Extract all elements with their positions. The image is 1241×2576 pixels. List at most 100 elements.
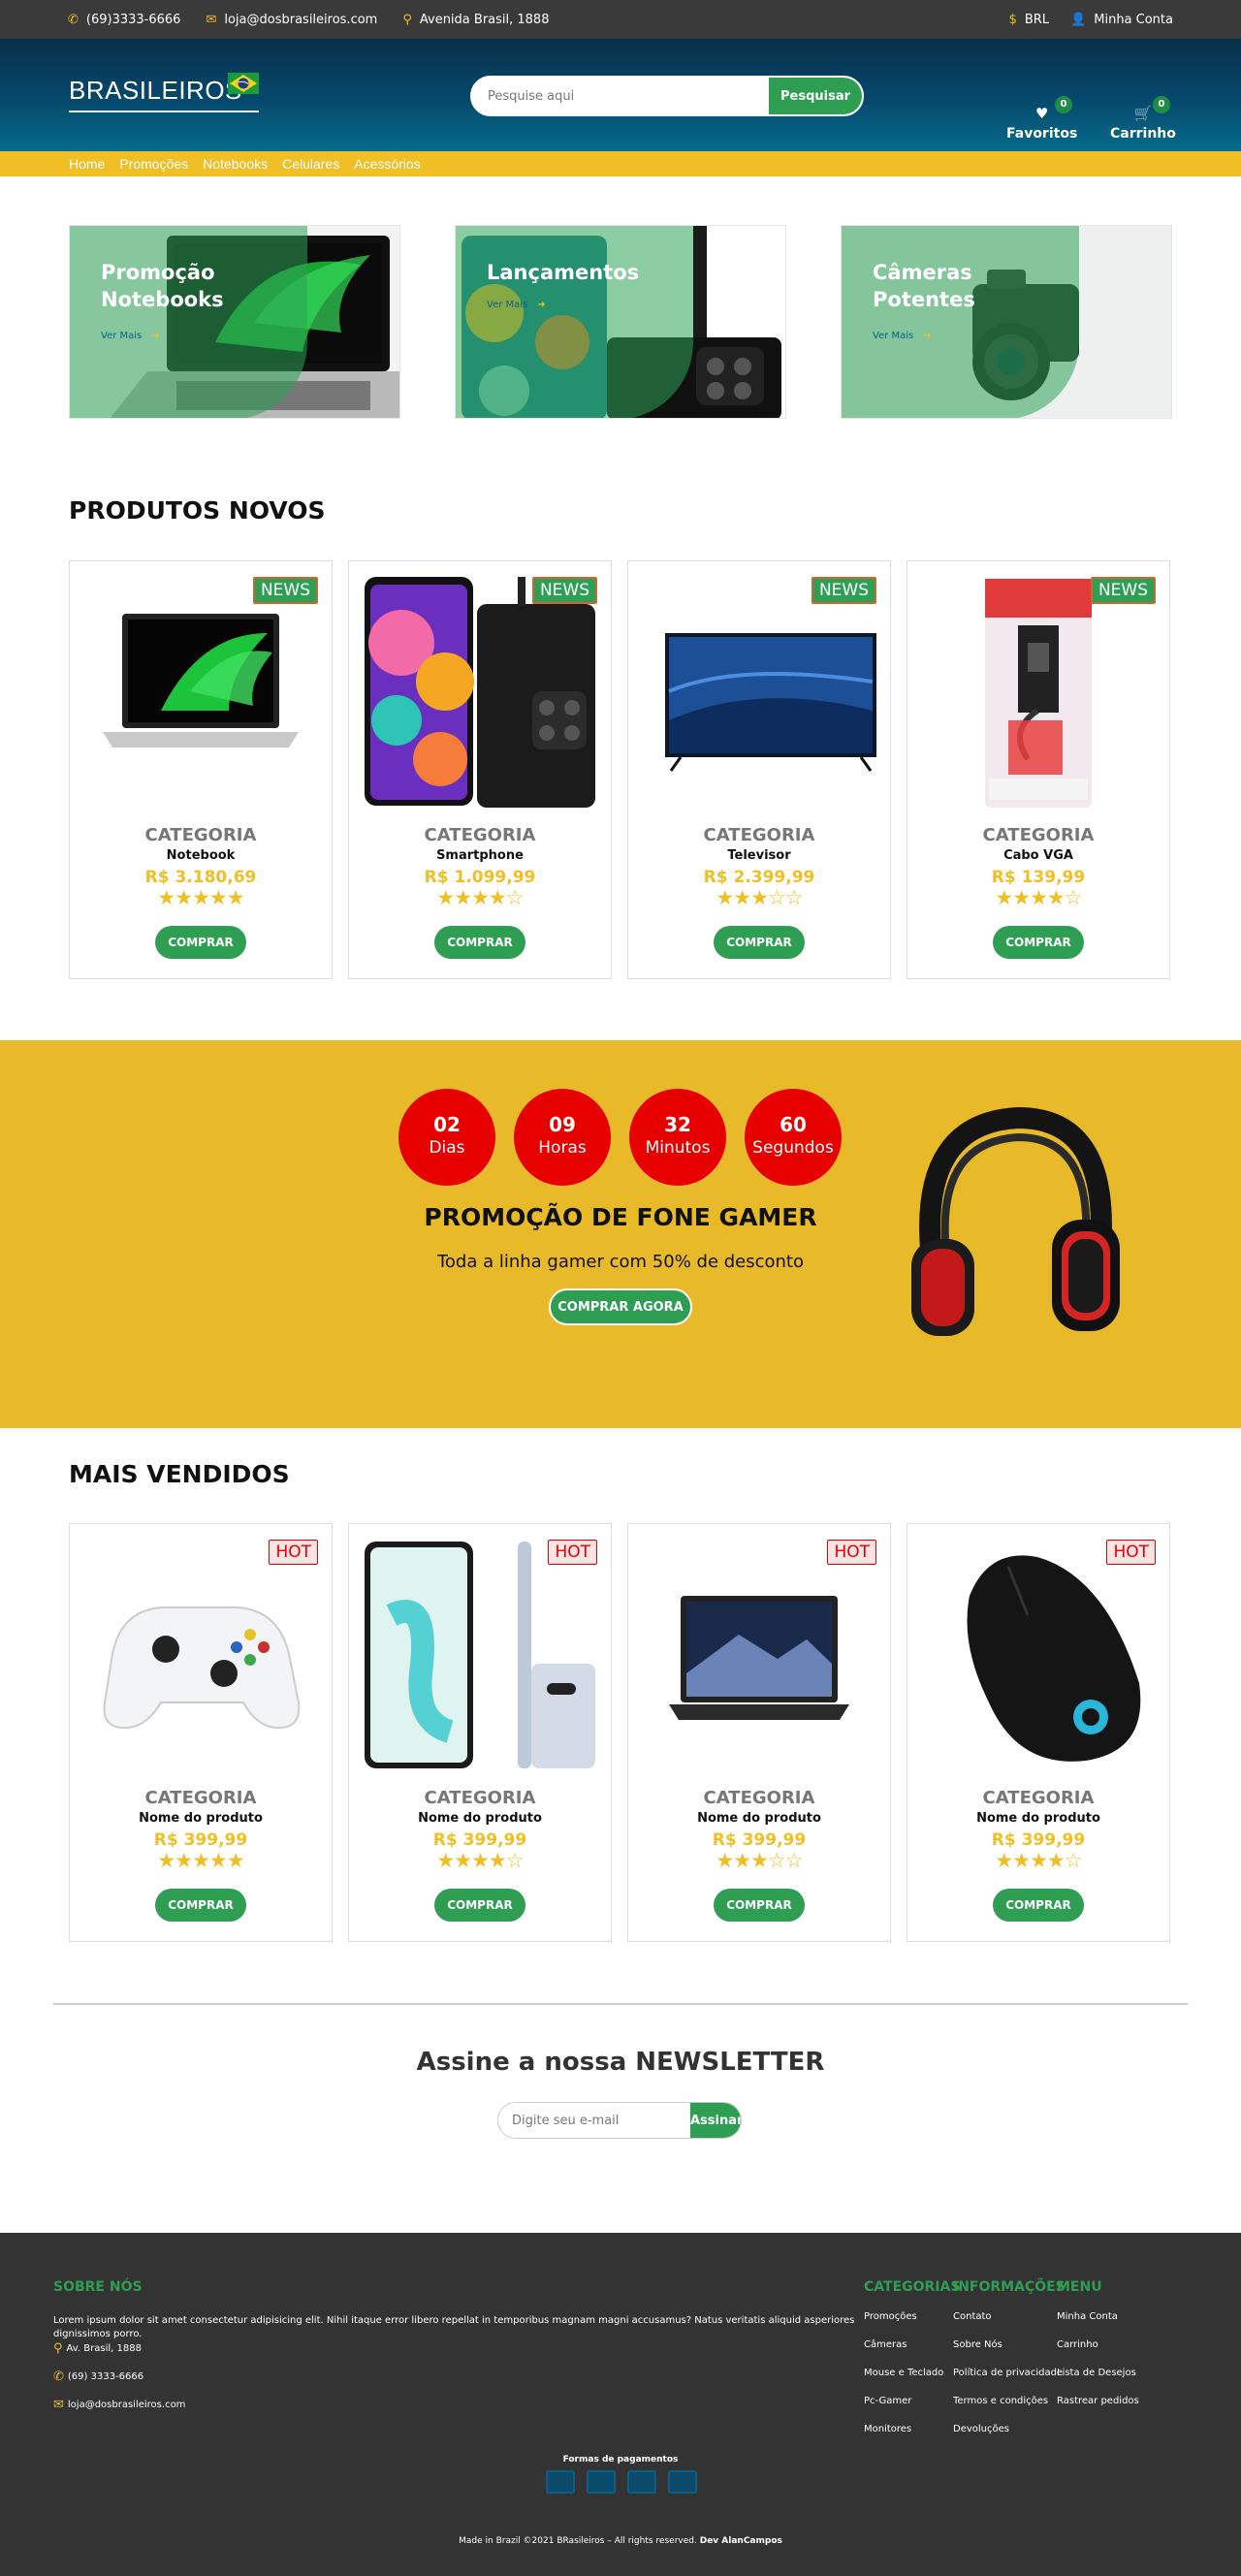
product-category: CATEGORIA	[144, 1788, 257, 1808]
footer-email[interactable]: ✉ loja@dosbrasileiros.com	[53, 2398, 185, 2412]
nav-celulares[interactable]: Celulares	[282, 156, 339, 172]
banner-title: Lançamentos	[487, 261, 640, 284]
countdown-seconds: 60 Segundos	[745, 1089, 842, 1186]
banner-link[interactable]: Ver Mais ➜	[873, 331, 932, 341]
search-input[interactable]	[472, 78, 769, 114]
phone-text: (69)3333-6666	[85, 12, 181, 27]
arrow-circle-icon: ➜	[537, 300, 546, 310]
rating-stars: ★★★☆☆	[628, 887, 890, 908]
footer-link[interactable]: Minha Conta	[1057, 2303, 1139, 2331]
vga-cable-image	[985, 579, 1092, 808]
banner-overlay	[70, 226, 307, 418]
star-filled-icon: ★	[436, 886, 455, 909]
footer-link[interactable]: Termos e condições	[953, 2387, 1063, 2415]
footer-link[interactable]: Câmeras	[864, 2331, 943, 2359]
product-category: CATEGORIA	[703, 1788, 815, 1808]
product-card[interactable]: NEWS CATEGORIA Cabo VGA R$ 139,99 ★★★★☆ …	[907, 560, 1170, 979]
footer-link[interactable]: Promoções	[864, 2303, 943, 2331]
rating-stars: ★★★☆☆	[628, 1850, 890, 1871]
footer-categories-title: CATEGORIAS	[864, 2279, 961, 2295]
contact-phone[interactable]: ✆ (69)3333-6666	[68, 13, 180, 27]
rating-stars: ★★★★★	[70, 1850, 332, 1871]
buy-button[interactable]: COMPRAR	[714, 1889, 805, 1922]
footer-menu-title: MENU	[1057, 2279, 1102, 2295]
banner-cameras[interactable]: Câmeras Potentes Ver Mais ➜	[841, 225, 1172, 419]
footer-link[interactable]: Rastrear pedidos	[1057, 2387, 1139, 2415]
nav-acessorios[interactable]: Acessórios	[354, 156, 420, 172]
star-filled-icon: ★	[716, 886, 734, 909]
newsletter-email-input[interactable]	[498, 2103, 690, 2138]
news-badge: NEWS	[531, 577, 597, 604]
banner-lancamentos[interactable]: Lançamentos Ver Mais ➜	[455, 225, 786, 419]
hot-badge: HOT	[1106, 1540, 1156, 1565]
account-link[interactable]: 👤 Minha Conta	[1070, 13, 1173, 27]
nav-promocoes[interactable]: Promoções	[119, 156, 188, 172]
product-card[interactable]: NEWS CATEGORIA Smartphone R$ 1.099,99 ★★…	[348, 560, 612, 979]
product-card[interactable]: HOT CATEGORIA Nome do produto R$ 399,99 …	[907, 1523, 1170, 1942]
nav-notebooks[interactable]: Notebooks	[203, 156, 268, 172]
product-card[interactable]: HOT CATEGORIA Nome do produto R$ 399,99 …	[627, 1523, 891, 1942]
top-bar: ✆ (69)3333-6666 ✉ loja@dosbrasileiros.com …	[0, 0, 1241, 39]
cart-count-badge: 0	[1153, 96, 1170, 113]
footer-link[interactable]: Política de privacidade	[953, 2359, 1063, 2387]
currency-selector[interactable]: $ BRL	[1009, 13, 1049, 27]
newsletter-submit-button[interactable]: Assinar	[690, 2103, 741, 2138]
footer-link[interactable]: Carrinho	[1057, 2331, 1139, 2359]
product-price: R$ 139,99	[991, 868, 1086, 887]
buy-button[interactable]: COMPRAR	[993, 926, 1084, 959]
footer-about-text: Lorem ipsum dolor sit amet consectetur a…	[53, 2315, 855, 2339]
star-filled-icon: ★	[157, 1849, 175, 1872]
hot-badge: HOT	[269, 1540, 318, 1565]
page: ✆ (69)3333-6666 ✉ loja@dosbrasileiros.com …	[0, 0, 1241, 2576]
buy-button[interactable]: COMPRAR	[714, 926, 805, 959]
footer-link[interactable]: Contato	[953, 2303, 1063, 2331]
contact-address[interactable]: ⚲ Avenida Brasil, 1888	[402, 13, 549, 27]
favorites-link[interactable]: ♥ Favoritos 0	[1006, 96, 1077, 142]
star-empty-icon: ☆	[784, 1849, 804, 1872]
logo[interactable]: BRASILEIROS	[69, 70, 263, 124]
product-card[interactable]: NEWS CATEGORIA Notebook R$ 3.180,69 ★★★★…	[69, 560, 333, 979]
star-empty-icon: ☆	[505, 886, 525, 909]
laptop-image	[669, 1596, 849, 1720]
buy-button[interactable]: COMPRAR	[155, 926, 246, 959]
envelope-icon: ✉	[53, 2398, 64, 2412]
product-card[interactable]: NEWS CATEGORIA Televisor R$ 2.399,99 ★★★…	[627, 560, 891, 979]
banner-link[interactable]: Ver Mais ➜	[487, 300, 546, 310]
main-nav: Home Promoções Notebooks Celulares Acess…	[0, 151, 1241, 176]
television-image	[665, 633, 876, 772]
gaming-headset-image	[911, 1106, 1120, 1336]
product-category: CATEGORIA	[982, 1788, 1095, 1808]
footer-phone[interactable]: ✆ (69) 3333-6666	[53, 2369, 143, 2384]
buy-button[interactable]: COMPRAR	[434, 1889, 525, 1922]
footer-link[interactable]: Lista de Desejos	[1057, 2359, 1139, 2387]
footer-link[interactable]: Monitores	[864, 2415, 943, 2443]
product-category: CATEGORIA	[424, 1788, 536, 1808]
product-price: R$ 3.180,69	[144, 868, 257, 887]
buy-button[interactable]: COMPRAR	[155, 1889, 246, 1922]
product-name: Cabo VGA	[1003, 848, 1073, 863]
product-card[interactable]: HOT CATEGORIA Nome do produto R$ 399,99 …	[69, 1523, 333, 1942]
buy-button[interactable]: COMPRAR	[434, 926, 525, 959]
footer-link[interactable]: Sobre Nós	[953, 2331, 1063, 2359]
footer-link[interactable]: Mouse e Teclado	[864, 2359, 943, 2387]
footer-link[interactable]: Devoluções	[953, 2415, 1063, 2443]
author-credit[interactable]: Dev AlanCampos	[700, 2536, 782, 2546]
news-badge: NEWS	[811, 577, 876, 604]
cart-link[interactable]: 🛒 Carrinho 0	[1110, 96, 1176, 142]
product-category: CATEGORIA	[982, 825, 1095, 845]
product-card[interactable]: HOT CATEGORIA Nome do produto R$ 399,99 …	[348, 1523, 612, 1942]
buy-button[interactable]: COMPRAR	[993, 1889, 1084, 1922]
newsletter-title: Assine a nossa NEWSLETTER	[416, 2048, 825, 2077]
footer-link[interactable]: Pc-Gamer	[864, 2387, 943, 2415]
promo-buy-button[interactable]: COMPRAR AGORA	[549, 1288, 692, 1325]
search-button[interactable]: Pesquisar	[769, 78, 862, 114]
star-filled-icon: ★	[226, 886, 245, 909]
footer-info-list: Contato Sobre Nós Política de privacidad…	[953, 2303, 1063, 2443]
banner-link[interactable]: Ver Mais ➜	[101, 331, 160, 341]
visa-icon	[546, 2470, 575, 2494]
hot-badge: HOT	[827, 1540, 876, 1565]
banner-notebooks[interactable]: Promoção Notebooks Ver Mais ➜	[69, 225, 400, 419]
contact-email[interactable]: ✉ loja@dosbrasileiros.com	[206, 13, 377, 27]
star-empty-icon: ☆	[1064, 1849, 1083, 1872]
nav-home[interactable]: Home	[69, 156, 105, 172]
